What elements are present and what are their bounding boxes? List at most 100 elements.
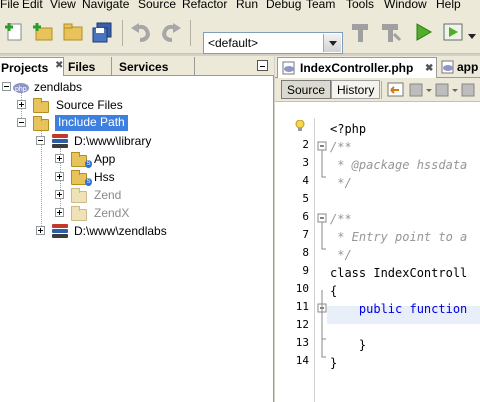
tree-node-hss[interactable]: S Hss (0, 168, 274, 186)
save-all-icon (92, 22, 112, 43)
menu-debug[interactable]: Debug (266, 0, 301, 11)
tree-node-zend[interactable]: Zend (0, 186, 274, 204)
collapse-toggle[interactable] (36, 136, 45, 145)
project-label: zendlabs (34, 80, 83, 94)
menu-source[interactable]: Source (138, 0, 176, 11)
tree-node-project-path[interactable]: D:\www\zendlabs (0, 222, 274, 240)
more-arrow-icon[interactable] (468, 34, 476, 43)
menu-team[interactable]: Team (306, 0, 335, 11)
configuration-select[interactable]: <default> (203, 32, 343, 54)
library-path-label: D:\www\library (74, 134, 152, 148)
expand-toggle[interactable] (55, 154, 64, 163)
menu-edit[interactable]: Edit (22, 0, 43, 11)
code-line: */ (330, 176, 352, 190)
chevron-down-icon[interactable] (323, 34, 341, 52)
run-button[interactable] (410, 18, 436, 46)
expand-toggle[interactable] (36, 226, 45, 235)
source-view-button[interactable]: Source (281, 80, 332, 99)
line-number: 3 (302, 156, 309, 169)
line-number: 12 (295, 318, 309, 331)
open-project-button[interactable] (60, 18, 86, 46)
line-number: 8 (302, 246, 309, 259)
tab-index-controller[interactable]: IndexController.php ✖ (277, 57, 437, 78)
tree-node-zendx[interactable]: ZendX (0, 204, 274, 222)
code-line: /** (330, 140, 352, 154)
expand-toggle[interactable] (17, 100, 26, 109)
expand-toggle[interactable] (55, 208, 64, 217)
line-number: 10 (295, 282, 309, 295)
menu-bar: File Edit View Navigate Source Refactor … (0, 0, 480, 12)
library-icon (52, 224, 68, 238)
hss-label: Hss (94, 170, 115, 184)
code-area[interactable]: <?php /** * @package hssdata */ /** * En… (327, 118, 480, 402)
folder-icon (71, 188, 87, 203)
line-number: 2 (302, 138, 309, 151)
folder-icon (33, 116, 49, 131)
menu-help[interactable]: Help (436, 0, 461, 11)
clean-build-button[interactable] (378, 18, 404, 46)
tree-node-project[interactable]: php zendlabs (0, 78, 274, 96)
configuration-value: <default> (208, 36, 259, 50)
tree-node-library-path[interactable]: D:\www\library (0, 132, 274, 150)
menu-file[interactable]: File (0, 0, 19, 11)
folder-icon (33, 98, 49, 113)
menu-view[interactable]: View (50, 0, 76, 11)
undo-button[interactable] (128, 18, 154, 46)
tree-node-include-path[interactable]: Include Path (0, 114, 274, 132)
code-fold-markers (317, 141, 327, 358)
close-icon[interactable]: ✖ (55, 60, 63, 71)
new-file-icon (5, 23, 22, 41)
expand-toggle[interactable] (55, 172, 64, 181)
open-folder-icon (63, 23, 83, 41)
tab-files-label: Files (68, 60, 96, 74)
menu-navigate[interactable]: Navigate (82, 0, 129, 11)
tab-app[interactable]: app (439, 57, 480, 78)
code-line: } (330, 338, 367, 352)
menu-window[interactable]: Window (384, 0, 427, 11)
history-view-button[interactable]: History (331, 80, 381, 99)
redo-button[interactable] (158, 18, 184, 46)
expand-toggle[interactable] (55, 190, 64, 199)
line-number: 11 (295, 300, 309, 313)
menu-tools[interactable]: Tools (346, 0, 374, 11)
line-number: 14 (295, 354, 309, 367)
undo-icon (131, 23, 151, 42)
collapse-toggle[interactable] (17, 118, 26, 127)
code-line: * @package hssdata (330, 158, 468, 172)
forward-icon[interactable] (435, 82, 459, 98)
tab-index-controller-label: IndexController.php (300, 61, 414, 75)
line-number: 7 (302, 228, 309, 241)
line-number-gutter: 2 3 4 5 6 7 8 9 10 11 12 13 14 1 (275, 118, 315, 402)
code-line: { (330, 284, 338, 298)
toolbar-separator (190, 20, 191, 46)
new-project-button[interactable] (30, 18, 56, 46)
tree-node-source-files[interactable]: Source Files (0, 96, 274, 114)
save-all-button[interactable] (90, 18, 116, 46)
line-number: 9 (302, 264, 309, 277)
svg-text:php: php (15, 86, 27, 93)
tab-services[interactable]: Services (115, 57, 195, 76)
debug-button[interactable] (440, 18, 466, 46)
collapse-toggle[interactable] (2, 82, 11, 91)
build-button[interactable] (348, 18, 374, 46)
php-badge-icon: S (85, 160, 92, 168)
new-file-button[interactable] (2, 18, 28, 46)
source-view-label: Source (287, 83, 326, 97)
tree-node-app[interactable]: S App (0, 150, 274, 168)
minimize-panel-button[interactable] (257, 60, 268, 71)
line-number: 6 (302, 210, 309, 223)
find-icon[interactable] (461, 82, 479, 98)
new-project-icon (33, 23, 53, 41)
code-line: */ (330, 248, 352, 262)
php-project-icon: php (13, 83, 29, 93)
last-edit-icon[interactable] (387, 82, 405, 98)
editor-panel: IndexController.php ✖ app Source History… (275, 56, 480, 402)
close-icon[interactable]: ✖ (425, 63, 433, 74)
lightbulb-icon[interactable] (295, 120, 305, 132)
project-tree: php zendlabs Source Files Include Path D… (0, 76, 274, 402)
menu-run[interactable]: Run (236, 0, 258, 11)
tab-files[interactable]: Files (64, 57, 112, 76)
code-line: } (330, 356, 338, 370)
menu-refactor[interactable]: Refactor (182, 0, 227, 11)
back-icon[interactable] (409, 82, 433, 98)
